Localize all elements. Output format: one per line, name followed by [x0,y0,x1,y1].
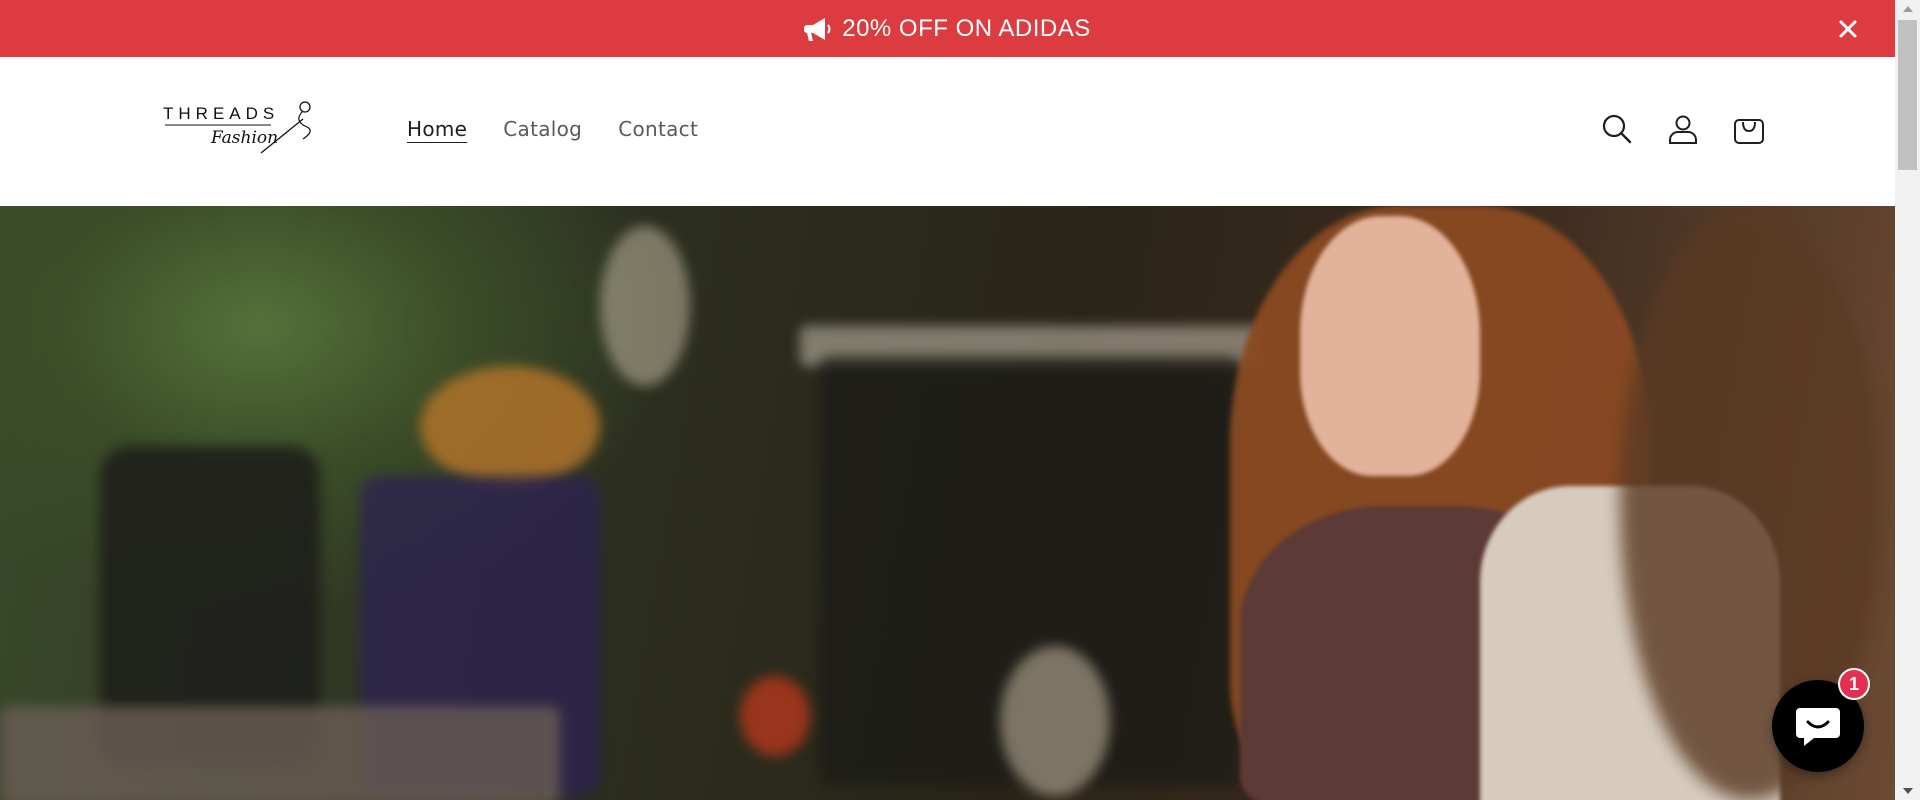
chat-bubble-icon [1796,708,1840,746]
scroll-up-icon[interactable] [1903,6,1913,12]
search-button[interactable] [1599,111,1635,147]
chat-notification-badge: 1 [1838,668,1870,700]
scrollbar-thumb[interactable] [1898,20,1917,170]
cart-icon [1734,119,1764,144]
store-logo[interactable]: THREADS Fashion [163,97,318,159]
nav-contact[interactable]: Contact [618,117,698,144]
threads-fashion-logo: THREADS Fashion [163,101,311,154]
nav-home[interactable]: Home [407,117,467,144]
page-scrollbar[interactable] [1895,0,1920,800]
page: 20% OFF ON ADIDAS THREADS Fashion Home C… [0,0,1895,800]
megaphone-icon [804,17,831,41]
announcement-content: 20% OFF ON ADIDAS [804,15,1091,43]
scroll-down-icon[interactable] [1903,788,1913,794]
main-nav: Home Catalog Contact [407,117,698,144]
close-icon [1839,20,1857,38]
svg-text:Fashion: Fashion [210,128,278,148]
announcement-bar: 20% OFF ON ADIDAS [0,0,1895,57]
announcement-text: 20% OFF ON ADIDAS [842,14,1091,42]
account-button[interactable] [1665,111,1701,147]
close-announcement-button[interactable] [1835,16,1861,42]
nav-catalog[interactable]: Catalog [503,117,582,144]
site-header: THREADS Fashion Home Catalog Contact [0,57,1895,206]
search-icon [1602,114,1632,144]
svg-text:THREADS: THREADS [163,104,279,123]
account-icon [1669,115,1697,144]
hero-banner-image [0,206,1895,800]
header-actions [1599,111,1767,147]
cart-button[interactable] [1731,111,1767,147]
